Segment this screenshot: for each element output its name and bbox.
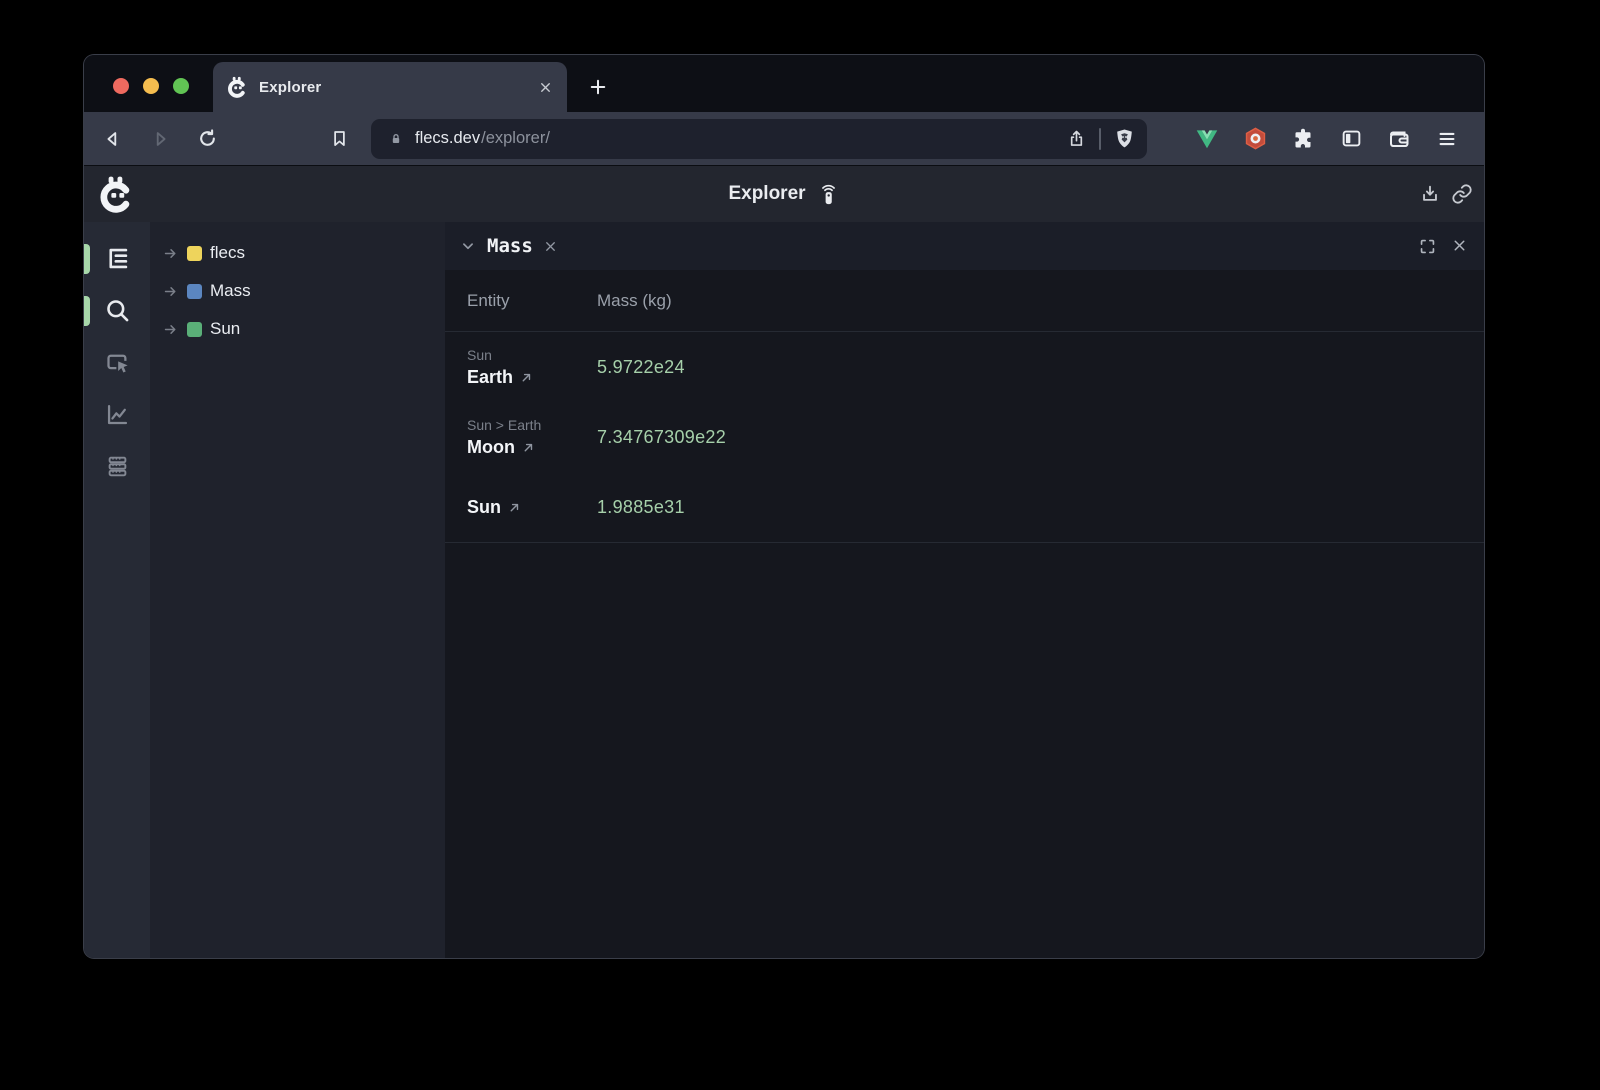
table-header-row: Entity Mass (kg) [445,270,1484,332]
traffic-lights [113,78,189,94]
url-domain: flecs.dev [415,129,480,148]
tree-item-flecs[interactable]: flecs [150,234,445,272]
table-row[interactable]: Sun 1.9885e31 [445,472,1484,542]
open-entity-icon[interactable] [508,501,521,514]
bookmark-button[interactable] [326,126,352,152]
tool-rows-button[interactable] [103,452,131,480]
active-indicator [84,296,90,326]
open-entity-icon[interactable] [522,441,535,454]
entity-name[interactable]: Earth [467,367,513,388]
entity-color-swatch [187,284,202,299]
mass-value: 1.9885e31 [597,497,1484,518]
entity-color-swatch [187,246,202,261]
extensions-button[interactable] [1290,126,1316,152]
column-header-entity: Entity [467,291,597,311]
browser-window: Explorer [84,55,1484,958]
connection-remote-icon[interactable] [817,183,840,206]
url-bar[interactable]: flecs.dev/explorer/ [371,119,1147,159]
new-tab-button[interactable] [581,70,615,104]
tool-search-button[interactable] [103,296,131,324]
tree-item-label: Sun [210,319,240,339]
panel-close-button[interactable] [1451,237,1468,256]
extensions-area [1194,126,1460,152]
flecs-favicon-icon [226,76,248,98]
brave-shield-button[interactable] [1111,126,1137,152]
open-entity-icon[interactable] [520,371,533,384]
mass-value: 7.34767309e22 [597,427,1484,448]
tab-title: Explorer [259,79,527,96]
tree-item-mass[interactable]: Mass [150,272,445,310]
browser-toolbar: flecs.dev/explorer/ [84,112,1484,165]
page-title: Explorer [728,183,805,205]
table-row[interactable]: Sun > Earth Moon 7.34767309e22 [445,402,1484,472]
tool-tree-button[interactable] [103,244,131,272]
entity-name[interactable]: Moon [467,437,515,458]
reload-button[interactable] [194,126,220,152]
vue-devtools-button[interactable] [1194,126,1220,152]
download-button[interactable] [1418,182,1442,206]
traffic-light-minimize[interactable] [143,78,159,94]
expand-arrow-icon[interactable] [162,245,179,262]
entity-tree-panel: flecs Mass Sun [150,222,445,958]
lock-icon [387,126,405,152]
tool-inspect-button[interactable] [103,348,131,376]
entity-parent-path: Sun [467,347,597,363]
forward-button[interactable] [147,126,173,152]
app-header: Explorer [84,165,1484,222]
url-path: /explorer/ [481,129,550,148]
query-close-button[interactable] [543,239,558,254]
tree-item-label: Mass [210,281,251,301]
entity-parent-path: Sun > Earth [467,417,597,433]
browser-tab[interactable]: Explorer [213,62,567,112]
tab-bar: Explorer [84,55,1484,112]
tool-sidebar [84,222,150,958]
collapse-chevron-icon[interactable] [459,237,477,255]
traffic-light-close[interactable] [113,78,129,94]
tree-item-sun[interactable]: Sun [150,310,445,348]
expand-arrow-icon[interactable] [162,283,179,300]
wallet-button[interactable] [1386,126,1412,152]
divider [1099,128,1101,150]
menu-button[interactable] [1434,126,1460,152]
share-button[interactable] [1063,126,1089,152]
expand-arrow-icon[interactable] [162,321,179,338]
query-panel: Mass [445,222,1484,958]
entity-name[interactable]: Sun [467,497,501,518]
query-tab-label: Mass [487,235,533,257]
app-content: flecs Mass Sun [84,222,1484,958]
table-row[interactable]: Sun Earth 5.9722e24 [445,332,1484,402]
fullscreen-button[interactable] [1418,237,1437,256]
traffic-light-zoom[interactable] [173,78,189,94]
tree-item-label: flecs [210,243,245,263]
sidebar-toggle-button[interactable] [1338,126,1364,152]
link-button[interactable] [1450,182,1474,206]
entity-color-swatch [187,322,202,337]
mass-value: 5.9722e24 [597,357,1484,378]
query-result-table: Entity Mass (kg) Sun Earth [445,270,1484,543]
hexagon-extension-button[interactable] [1242,126,1268,152]
tab-close-button[interactable] [538,80,553,95]
active-indicator [84,244,90,274]
tool-chart-button[interactable] [103,400,131,428]
back-button[interactable] [100,126,126,152]
column-header-mass: Mass (kg) [597,291,1484,311]
query-panel-header: Mass [445,222,1484,270]
